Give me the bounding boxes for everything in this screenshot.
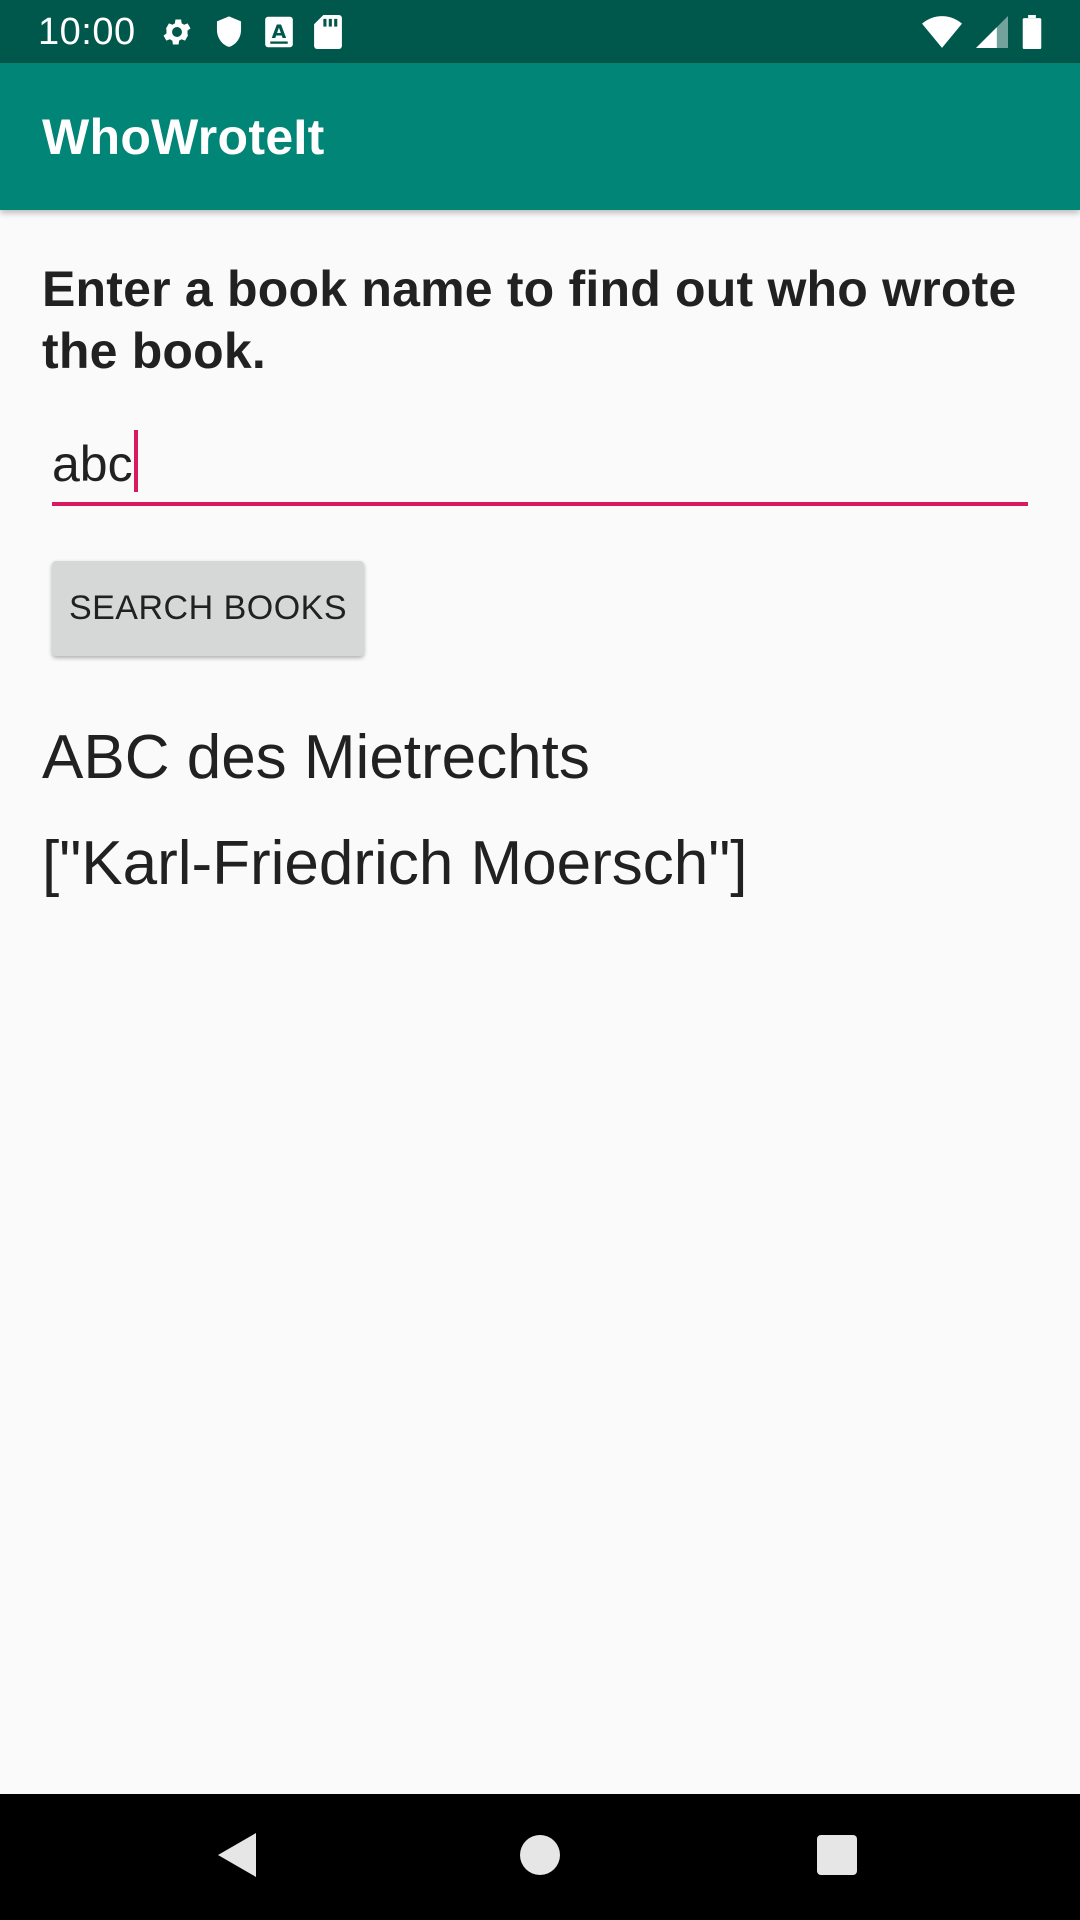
instructions-text: Enter a book name to find out who wrote … — [42, 261, 1017, 379]
back-icon — [216, 1831, 260, 1884]
recents-button[interactable] — [777, 1794, 897, 1920]
settings-icon — [160, 15, 194, 49]
recents-icon — [817, 1834, 857, 1880]
nav-bar — [0, 1794, 1080, 1920]
result-book-author: ["Karl-Friedrich Moersch"] — [42, 829, 748, 898]
status-icons-left: A — [160, 13, 342, 51]
status-time: 10:00 — [38, 11, 136, 53]
battery-icon — [1022, 15, 1042, 49]
sd-card-icon — [314, 15, 342, 49]
status-bar: 10:00 A — [0, 0, 1080, 63]
app-bar: WhoWroteIt — [0, 63, 1080, 210]
book-input-value[interactable]: abc — [52, 432, 133, 496]
svg-text:A: A — [272, 21, 287, 43]
app-title: WhoWroteIt — [42, 109, 325, 165]
search-books-button[interactable]: SEARCH BOOKS — [52, 561, 364, 656]
cell-signal-icon — [976, 16, 1008, 48]
home-icon — [520, 1834, 560, 1880]
shield-icon — [214, 15, 244, 49]
book-input[interactable]: abc — [52, 428, 1028, 506]
a-keyboard-icon: A — [264, 16, 294, 48]
back-button[interactable] — [178, 1794, 298, 1920]
status-icons-right — [922, 13, 1042, 51]
wifi-icon — [922, 16, 962, 48]
home-button[interactable] — [480, 1794, 600, 1920]
result-book-title: ABC des Mietrechts — [42, 723, 590, 792]
text-cursor — [134, 430, 138, 492]
